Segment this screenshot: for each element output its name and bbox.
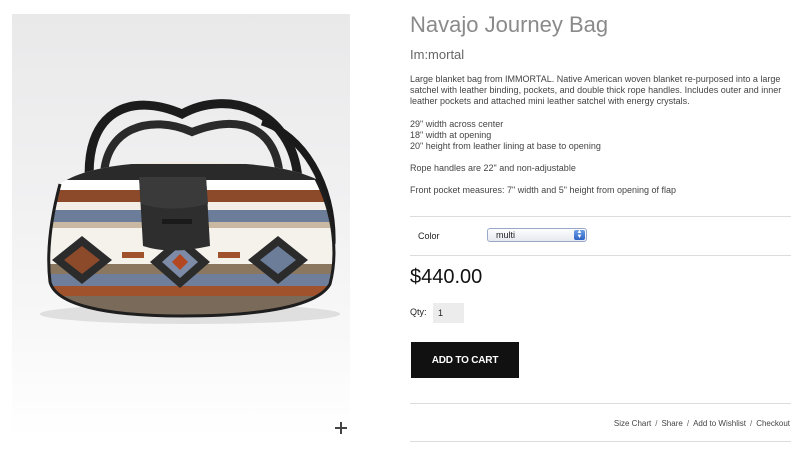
divider xyxy=(410,441,791,442)
footer-links: Size Chart / Share / Add to Wishlist / Checkou… xyxy=(614,419,790,428)
bag-photo xyxy=(40,99,340,324)
product-image[interactable] xyxy=(12,14,350,438)
color-select[interactable]: multi ▲ ▼ xyxy=(487,228,587,242)
product-description: Large blanket bag from IMMORTAL. Native … xyxy=(410,74,792,208)
share-link[interactable]: Share xyxy=(661,419,682,428)
description-pocket: Front pocket measures: 7" width and 5" h… xyxy=(410,185,677,196)
link-separator: / xyxy=(686,419,690,428)
add-to-wishlist-link[interactable]: Add to Wishlist xyxy=(693,419,746,428)
qty-label: Qty: xyxy=(410,307,427,317)
size-chart-link[interactable]: Size Chart xyxy=(614,419,651,428)
link-separator: / xyxy=(749,419,753,428)
divider xyxy=(410,403,791,404)
color-label: Color xyxy=(418,231,440,241)
product-price: $440.00 xyxy=(410,266,483,288)
color-select-value: multi xyxy=(496,230,516,240)
description-dimensions: 29" width across center 18" width at ope… xyxy=(410,118,601,152)
description-paragraph: Large blanket bag from IMMORTAL. Native … xyxy=(410,74,782,107)
divider xyxy=(410,255,791,256)
checkout-link[interactable]: Checkout xyxy=(756,419,790,428)
product-brand: Im:mortal xyxy=(410,47,465,62)
link-separator: / xyxy=(655,419,658,428)
qty-input[interactable] xyxy=(433,303,464,323)
description-handles: Rope handles are 22" and non-adjustable xyxy=(410,163,576,174)
product-title: Navajo Journey Bag xyxy=(410,12,609,37)
plus-icon[interactable] xyxy=(334,421,348,435)
add-to-cart-button[interactable]: ADD TO CART xyxy=(411,342,519,378)
divider xyxy=(410,216,791,217)
chevron-updown-icon: ▲ ▼ xyxy=(574,229,585,240)
